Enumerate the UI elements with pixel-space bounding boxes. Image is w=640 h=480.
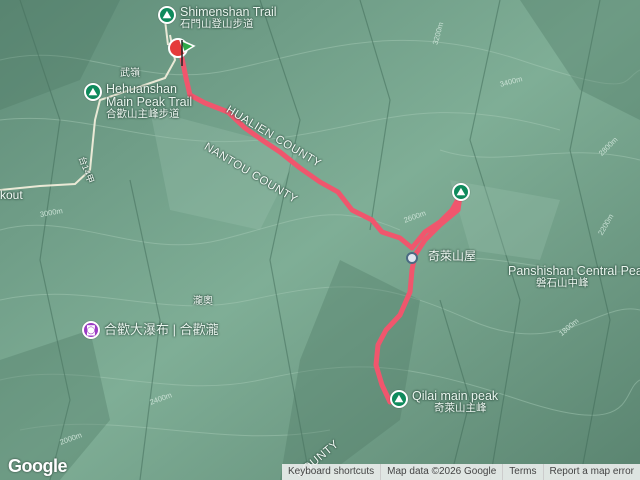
label-ravine: 瀧奧: [193, 296, 213, 307]
label-lookout: kout: [0, 188, 23, 202]
terms-link[interactable]: Terms: [502, 464, 542, 480]
poi-qilai-main-peak[interactable]: ⛰ Qilai main peak 奇萊山主峰: [390, 389, 498, 415]
poi-name-zh: 合歡山主峰步道: [106, 108, 180, 121]
poi-panshishan-pin[interactable]: ⛰: [452, 183, 470, 201]
keyboard-shortcuts-link[interactable]: Keyboard shortcuts: [282, 464, 380, 480]
poi-name-zh: 合歡大瀑布 | 合歡瀧: [104, 322, 219, 337]
poi-name-zh: 奇萊山主峰: [434, 402, 487, 415]
label-cabin: 奇萊山屋: [428, 249, 477, 263]
camera-icon: ◙: [82, 321, 100, 339]
poi-name-en: Hehuanshan Main Peak Trail: [106, 82, 193, 110]
map-canvas[interactable]: ⛰ Shimenshan Trail 石門山登山步道 ⛰ Hehuanshan …: [0, 0, 640, 480]
poi-name-zh: 磐石山中峰: [536, 277, 589, 290]
hiking-icon: ⛰: [84, 83, 102, 101]
google-logo: Google: [8, 456, 68, 476]
poi-hehuanshan-trail[interactable]: ⛰ Hehuanshan Main Peak Trail 合歡山主峰步道: [84, 82, 206, 121]
poi-panshishan-central-peak[interactable]: Panshishan Central Peak 磐石山中峰: [508, 264, 640, 290]
map-data-label: Map data ©2026 Google: [380, 464, 502, 480]
hiking-icon: ⛰: [158, 6, 176, 24]
hiking-icon: ⛰: [452, 183, 470, 201]
label-wuling: 武嶺: [120, 68, 140, 79]
poi-shimenshan-trail[interactable]: ⛰ Shimenshan Trail 石門山登山步道: [158, 5, 277, 31]
attribution-bar: Keyboard shortcuts Map data ©2026 Google…: [281, 464, 640, 480]
poi-name-zh: 石門山登山步道: [180, 18, 254, 31]
hiking-icon: ⛰: [390, 390, 408, 408]
report-map-error-link[interactable]: Report a map error: [542, 464, 640, 480]
cabin-marker[interactable]: [406, 252, 418, 264]
terrain-layer: [0, 0, 640, 480]
poi-hehuan-waterfall[interactable]: ◙ 合歡大瀑布 | 合歡瀧: [82, 321, 219, 339]
